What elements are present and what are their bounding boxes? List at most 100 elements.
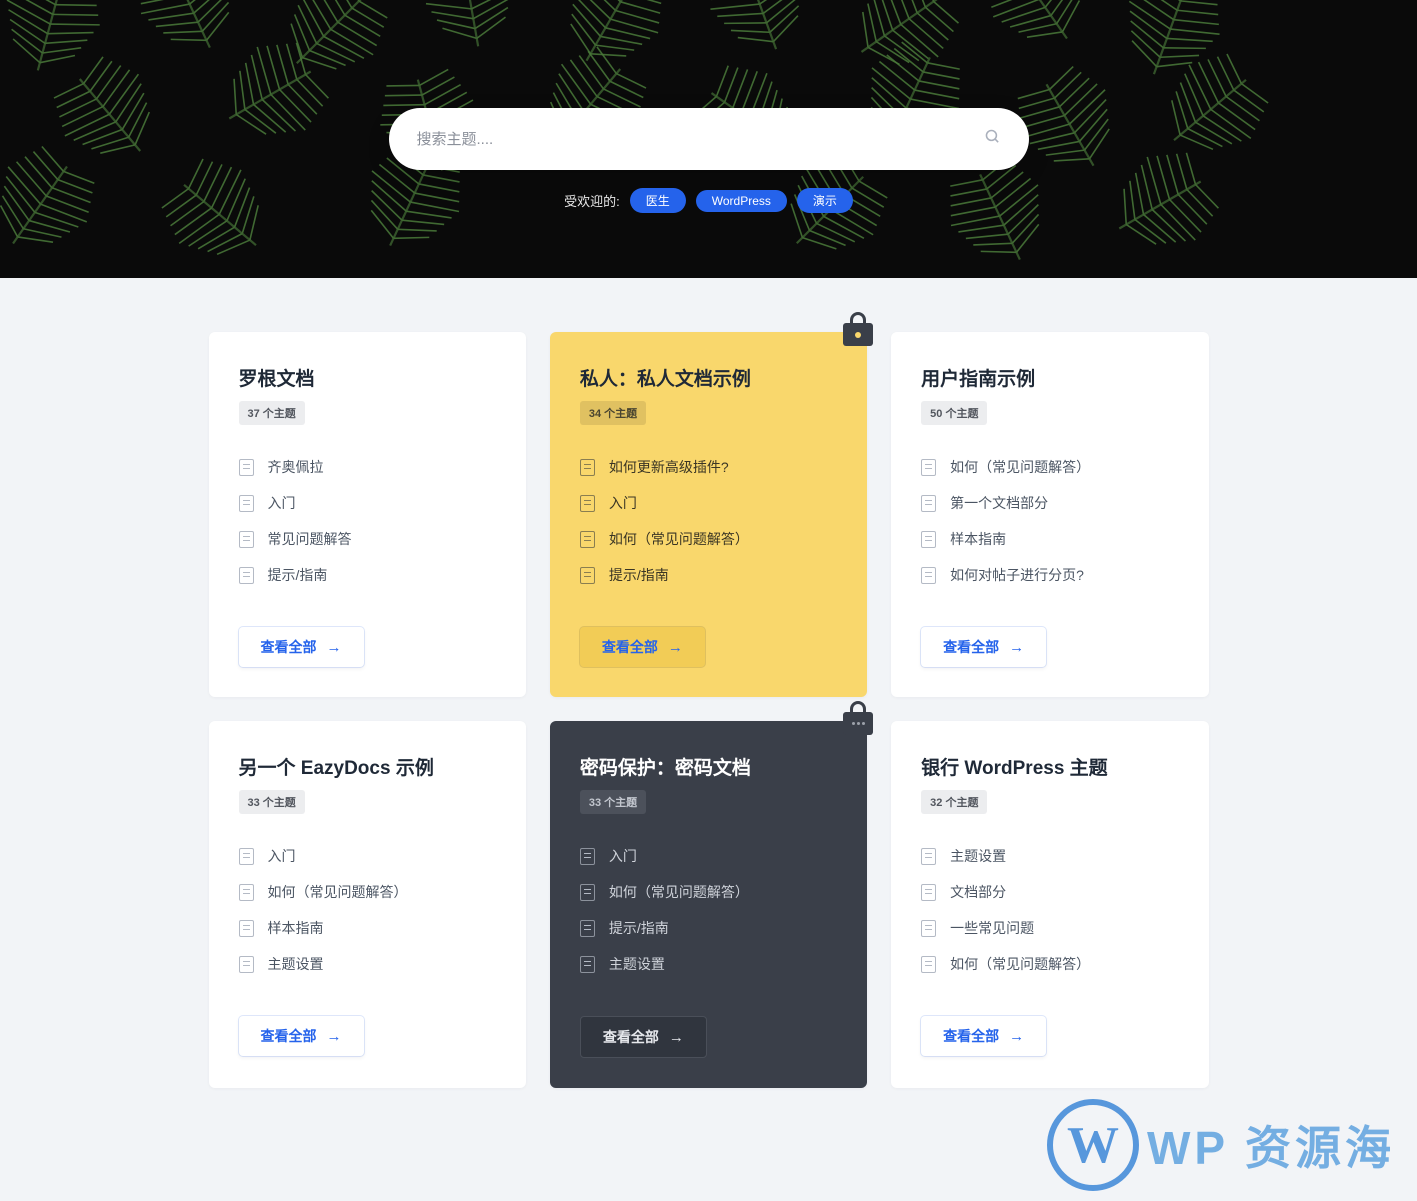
document-icon [921,956,936,973]
topics-list: 如何（常见问题解答） 第一个文档部分样本指南如何对帖子进行分页? [921,449,1178,593]
document-icon [239,884,254,901]
topic-item[interactable]: 齐奥佩拉 [239,449,496,485]
document-icon [239,495,254,512]
doc-card: 私人：私人文档示例 34 个主题如何更新高级插件? 入门如何（常见问题解答） 提示/指… [550,332,867,697]
topic-item[interactable]: 常见问题解答 [239,521,496,557]
card-title: 罗根文档 [239,364,496,391]
topic-item[interactable]: 主题设置 [580,946,837,982]
document-icon [580,459,595,476]
topic-item[interactable]: 如何对帖子进行分页? [921,557,1178,593]
topics-list: 主题设置文档部分一些常见问题如何（常见问题解答） [921,838,1178,982]
topic-label: 如何（常见问题解答） [609,529,749,549]
search-icon[interactable] [984,128,1001,150]
popular-tag[interactable]: 医生 [630,188,686,213]
document-icon [580,848,595,865]
topic-label: 齐奥佩拉 [268,457,324,477]
topics-list: 入门如何（常见问题解答） 样本指南主题设置 [239,838,496,982]
arrow-right-icon: → [1009,639,1024,656]
document-icon [239,567,254,584]
arrow-right-icon: → [669,1029,684,1046]
topic-item[interactable]: 如何（常见问题解答） [921,449,1178,485]
topic-item[interactable]: 提示/指南 [239,557,496,593]
document-icon [580,531,595,548]
topic-count-badge: 33 个主题 [239,790,305,814]
topic-item[interactable]: 入门 [239,838,496,874]
view-all-button[interactable]: 查看全部 → [580,627,705,667]
topic-label: 提示/指南 [609,918,669,938]
view-all-label: 查看全部 [603,1027,659,1047]
topic-label: 提示/指南 [609,565,669,585]
topics-list: 齐奥佩拉入门常见问题解答提示/指南 [239,449,496,593]
topic-label: 入门 [268,846,296,866]
doc-card: 用户指南示例 50 个主题如何（常见问题解答） 第一个文档部分样本指南如何对帖子进行… [891,332,1208,697]
lock-icon [843,312,873,348]
topic-label: 常见问题解答 [268,529,352,549]
topic-item[interactable]: 第一个文档部分 [921,485,1178,521]
topic-item[interactable]: 如何（常见问题解答） [580,874,837,910]
search-input[interactable] [417,131,984,148]
card-title: 用户指南示例 [921,364,1178,391]
topic-item[interactable]: 入门 [580,485,837,521]
document-icon [580,884,595,901]
hero-banner: 受欢迎的: 医生 WordPress 演示 [0,0,1417,278]
search-box[interactable] [389,108,1029,170]
document-icon [921,531,936,548]
card-title: 私人：私人文档示例 [580,364,837,391]
lock-icon [843,701,873,737]
topic-label: 如何更新高级插件? [609,457,729,477]
topic-label: 第一个文档部分 [950,493,1048,513]
topic-label: 入门 [609,846,637,866]
topic-label: 提示/指南 [268,565,328,585]
topic-label: 样本指南 [950,529,1006,549]
topic-item[interactable]: 主题设置 [921,838,1178,874]
arrow-right-icon: → [327,1028,342,1045]
topic-item[interactable]: 文档部分 [921,874,1178,910]
topic-item[interactable]: 如何（常见问题解答） [239,874,496,910]
topics-list: 如何更新高级插件? 入门如何（常见问题解答） 提示/指南 [580,449,837,593]
topic-item[interactable]: 如何（常见问题解答） [921,946,1178,982]
topic-item[interactable]: 入门 [239,485,496,521]
topic-label: 主题设置 [268,954,324,974]
document-icon [239,459,254,476]
view-all-button[interactable]: 查看全部→ [239,627,364,667]
document-icon [921,495,936,512]
view-all-button[interactable]: 查看全部 → [921,1016,1046,1056]
card-title: 密码保护：密码文档 [580,753,837,780]
view-all-label: 查看全部 [943,637,999,657]
topic-item[interactable]: 入门 [580,838,837,874]
topic-label: 一些常见问题 [950,918,1034,938]
topic-item[interactable]: 一些常见问题 [921,910,1178,946]
topics-list: 入门如何（常见问题解答） 提示/指南主题设置 [580,838,837,982]
topic-item[interactable]: 提示/指南 [580,557,837,593]
view-all-button[interactable]: 查看全部 → [921,627,1046,667]
popular-tag[interactable]: WordPress [696,190,787,212]
topic-item[interactable]: 如何（常见问题解答） [580,521,837,557]
topic-label: 主题设置 [950,846,1006,866]
view-all-button[interactable]: 查看全部 → [580,1016,707,1058]
view-all-label: 查看全部 [602,637,658,657]
topic-item[interactable]: 主题设置 [239,946,496,982]
popular-label: 受欢迎的: [564,191,620,210]
document-icon [239,920,254,937]
popular-tags-row: 受欢迎的: 医生 WordPress 演示 [389,188,1029,213]
topic-count-badge: 50 个主题 [921,401,987,425]
document-icon [580,956,595,973]
topic-item[interactable]: 样本指南 [921,521,1178,557]
arrow-right-icon: → [668,639,683,656]
view-all-label: 查看全部 [943,1026,999,1046]
topic-label: 如何（常见问题解答） [268,882,408,902]
arrow-right-icon: → [1009,1028,1024,1045]
doc-card: 银行 WordPress 主题32 个主题主题设置文档部分一些常见问题如何（常见… [891,721,1208,1088]
view-all-button[interactable]: 查看全部→ [239,1016,364,1056]
topic-label: 入门 [609,493,637,513]
topic-item[interactable]: 如何更新高级插件? [580,449,837,485]
card-title: 银行 WordPress 主题 [921,753,1178,780]
card-title: 另一个 EazyDocs 示例 [239,753,496,780]
topic-label: 如何（常见问题解答） [609,882,749,902]
document-icon [921,459,936,476]
topic-item[interactable]: 提示/指南 [580,910,837,946]
topic-item[interactable]: 样本指南 [239,910,496,946]
popular-tag[interactable]: 演示 [797,188,853,213]
topic-count-badge: 34 个主题 [580,401,646,425]
view-all-label: 查看全部 [261,637,317,657]
